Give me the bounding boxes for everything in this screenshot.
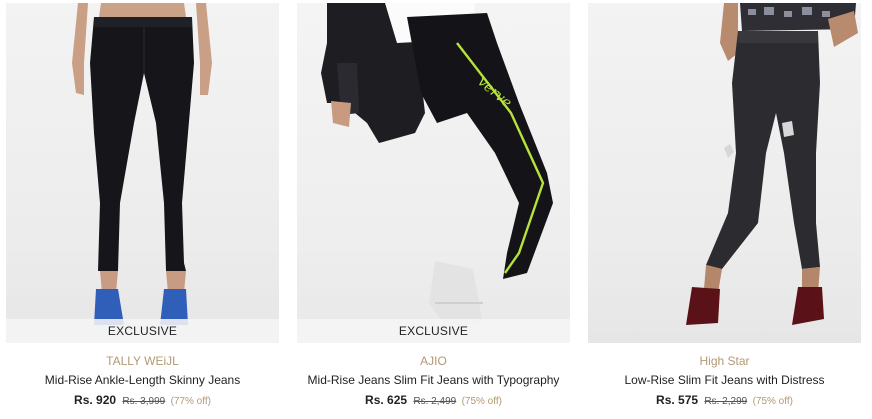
product-brand[interactable]: TALLY WEiJL — [6, 354, 279, 368]
exclusive-tag: EXCLUSIVE — [297, 319, 570, 343]
product-title[interactable]: Mid-Rise Jeans Slim Fit Jeans with Typog… — [297, 373, 570, 387]
product-card[interactable]: verve EXCLUSIVE AJIO Mid-Rise Jeans Slim… — [297, 3, 570, 409]
product-price: Rs. 575 — [656, 393, 699, 407]
product-title[interactable]: Mid-Rise Ankle-Length Skinny Jeans — [6, 373, 279, 387]
product-grid: EXCLUSIVE TALLY WEiJL Mid-Rise Ankle-Len… — [0, 0, 872, 419]
product-meta: AJIO Mid-Rise Jeans Slim Fit Jeans with … — [297, 354, 570, 409]
product-discount: (75% off) — [461, 396, 502, 407]
product-photo-jeans-distressed — [686, 3, 858, 325]
product-price: Rs. 625 — [365, 393, 408, 407]
product-photo-jeans-black — [72, 3, 212, 325]
product-price: Rs. 920 — [74, 393, 117, 407]
product-brand[interactable]: AJIO — [297, 354, 570, 368]
product-title[interactable]: Low-Rise Slim Fit Jeans with Distress — [588, 373, 861, 387]
product-mrp: Rs. 2,299 — [704, 396, 748, 407]
product-meta: TALLY WEiJL Mid-Rise Ankle-Length Skinny… — [6, 354, 279, 409]
product-image[interactable]: EXCLUSIVE — [6, 3, 279, 343]
product-image[interactable] — [588, 3, 861, 343]
product-meta: High Star Low-Rise Slim Fit Jeans with D… — [588, 354, 861, 409]
product-card[interactable]: EXCLUSIVE TALLY WEiJL Mid-Rise Ankle-Len… — [6, 3, 279, 409]
product-photo-jeans-typography: verve — [321, 3, 553, 325]
price-row: Rs. 920 Rs. 3,999 (77% off) — [6, 393, 279, 409]
product-discount: (75% off) — [752, 396, 793, 407]
product-card[interactable]: High Star Low-Rise Slim Fit Jeans with D… — [588, 3, 861, 409]
product-image[interactable]: verve EXCLUSIVE — [297, 3, 570, 343]
price-row: Rs. 575 Rs. 2,299 (75% off) — [588, 393, 861, 409]
product-mrp: Rs. 3,999 — [122, 396, 166, 407]
product-mrp: Rs. 2,499 — [413, 396, 457, 407]
price-row: Rs. 625 Rs. 2,499 (75% off) — [297, 393, 570, 409]
product-discount: (77% off) — [170, 396, 211, 407]
exclusive-tag: EXCLUSIVE — [6, 319, 279, 343]
product-brand[interactable]: High Star — [588, 354, 861, 368]
